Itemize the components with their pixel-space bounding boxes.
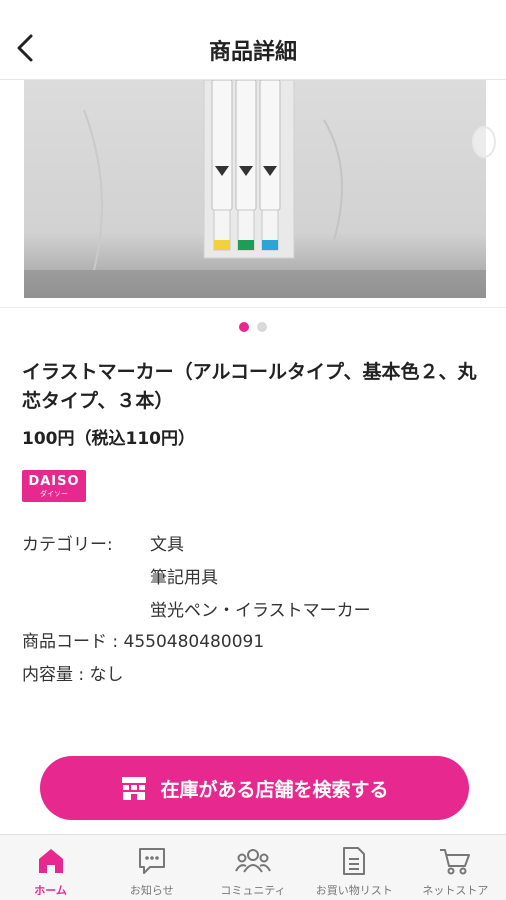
carousel-dots — [0, 322, 506, 332]
product-photo — [24, 80, 486, 298]
tab-home[interactable]: ホーム — [0, 835, 101, 900]
daiso-logo: DAISO ダイソー — [22, 470, 86, 502]
list-icon — [343, 847, 366, 875]
cart-icon — [440, 849, 471, 875]
tab-label: ネットストア — [422, 884, 489, 897]
carousel-dot-2[interactable] — [257, 322, 267, 332]
tab-net-store[interactable]: ネットストア — [405, 835, 506, 900]
product-price: 100円（税込110円） — [22, 429, 195, 449]
tab-label: お知らせ — [129, 884, 174, 897]
tab-shopping-list[interactable]: お買い物リスト — [304, 835, 405, 900]
category-item[interactable]: 筆記用具 — [150, 563, 218, 588]
product-volume: 内容量 : なし — [22, 665, 124, 685]
home-icon — [38, 849, 63, 873]
product-name: イラストマーカー（アルコールタイプ、基本色２、丸芯タイプ、３本） — [22, 361, 477, 412]
page-title: 商品詳細 — [208, 40, 297, 65]
product-code: 商品コード : 4550480480091 — [22, 632, 265, 652]
carousel-dot-1[interactable] — [239, 322, 249, 332]
tab-label: ホーム — [34, 884, 67, 897]
store-icon — [122, 777, 147, 800]
category-label: カテゴリー: — [22, 535, 113, 555]
product-image-carousel[interactable] — [0, 80, 506, 308]
next-image-button[interactable] — [472, 126, 496, 158]
category-item[interactable]: 文具 — [150, 530, 184, 555]
search-stores-button[interactable]: 在庫がある店舗を検索する — [40, 756, 469, 820]
chat-icon — [138, 848, 165, 874]
tab-community[interactable]: コミュニティ — [202, 835, 303, 900]
community-icon — [235, 849, 271, 873]
app-header: 商品詳細 — [0, 0, 506, 80]
tab-label: お買い物リスト — [315, 884, 393, 897]
tab-notifications[interactable]: お知らせ — [101, 835, 202, 900]
tab-label: コミュニティ — [220, 884, 286, 897]
search-stores-label: 在庫がある店舗を検索する — [160, 778, 389, 801]
category-item[interactable]: 蛍光ペン・イラストマーカー — [150, 596, 371, 621]
bottom-tab-bar: ホーム お知らせ コミュニティ お買い物リスト ネットストア — [0, 834, 506, 900]
